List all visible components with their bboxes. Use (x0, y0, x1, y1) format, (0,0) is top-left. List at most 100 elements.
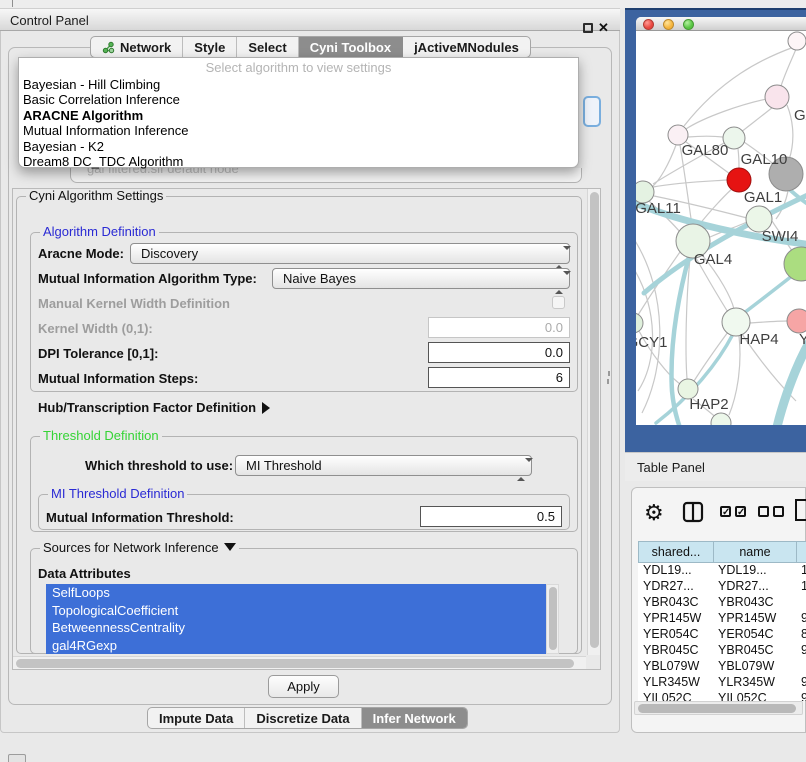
mi-steps-field[interactable] (428, 367, 570, 388)
bottom-corner-button[interactable] (8, 754, 26, 762)
table-body: YDL19... YDL19... 13 YDR27... YDR27... 1… (638, 563, 806, 701)
table-panel-title: Table Panel (637, 460, 705, 475)
deselect-all-checkbox-icon[interactable] (758, 506, 769, 517)
select-all-checkbox-icon[interactable]: ✓ (735, 506, 746, 517)
scrollbar-thumb[interactable] (16, 659, 574, 668)
tab-select[interactable]: Select (237, 37, 298, 57)
which-threshold-combo[interactable]: MI Threshold (235, 455, 532, 476)
algorithm-option-selected[interactable]: ARACNE Algorithm (19, 108, 578, 123)
tab-network[interactable]: Network (91, 37, 183, 57)
table-row[interactable]: YBR045C YBR045C 9. (638, 643, 806, 659)
dropdown-prompt: Select algorithm to view settings (19, 59, 578, 77)
tab-select-label: Select (248, 40, 286, 55)
table-toolbar: ⚙ ✓ ✓ (632, 496, 806, 534)
select-all-checkbox-icon[interactable]: ✓ (720, 506, 731, 517)
node-unlabeled[interactable] (788, 32, 806, 50)
splitpane-handle[interactable] (608, 371, 610, 376)
table-row[interactable]: YIL052C YIL052C 9. (638, 691, 806, 701)
cell-name: YBR045C (713, 643, 796, 659)
split-columns-icon[interactable] (682, 501, 704, 523)
attribute-item[interactable]: TopologicalCoefficient (46, 602, 546, 620)
node-gcy1[interactable] (636, 313, 643, 333)
sources-group-title: Sources for Network Inference (43, 540, 219, 555)
attribute-item[interactable]: gal4RGexp (46, 637, 546, 655)
node-label: GAL (794, 107, 806, 124)
close-icon[interactable]: ✕ (598, 20, 609, 36)
node-green-bright[interactable] (784, 247, 806, 281)
column-header[interactable]: shared... (638, 541, 713, 563)
mi-threshold-field[interactable] (420, 506, 562, 527)
table-row[interactable]: YDR27... YDR27... 12 (638, 579, 806, 595)
network-thick-edges (636, 186, 806, 425)
aracne-mode-combo[interactable]: Discovery (130, 243, 570, 264)
network-canvas[interactable]: GAL GAL80 GAL10 GAL1 GAL11 SWI4 GAL4 GCY… (636, 31, 806, 425)
toolbar-remnant (12, 0, 13, 7)
cell-value: 9. (796, 643, 806, 659)
scrollbar-thumb[interactable] (549, 587, 557, 650)
table-row[interactable]: YBR043C YBR043C (638, 595, 806, 611)
zoom-traffic-light[interactable] (683, 19, 694, 30)
table-row[interactable]: YPR145W YPR145W 9. (638, 611, 806, 627)
algorithm-option[interactable]: Mutual Information Inference (19, 123, 578, 138)
cell-name: YLR345W (713, 675, 796, 691)
network-window-titlebar[interactable] (636, 17, 806, 31)
column-header[interactable]: A (796, 541, 806, 563)
table-selector-combo-fragment[interactable]: gal filtered.sif default node (70, 168, 582, 183)
algorithm-option[interactable]: Dream8 DC_TDC Algorithm (19, 154, 578, 169)
expander-right-icon (262, 402, 270, 414)
attribute-item[interactable]: SelfLoops (46, 584, 546, 602)
gear-icon[interactable]: ⚙ (644, 498, 664, 528)
cell-value (796, 595, 806, 611)
deselect-all-checkbox-icon[interactable] (773, 506, 784, 517)
attributes-scrollbar (546, 584, 559, 654)
export-table-icon[interactable] (794, 498, 806, 522)
table-row[interactable]: YBL079W YBL079W (638, 659, 806, 675)
table-row[interactable]: YER054C YER054C 8. (638, 627, 806, 643)
cell-name: YBL079W (713, 659, 796, 675)
node-salmon[interactable] (787, 309, 806, 333)
node-unlabeled[interactable] (711, 413, 731, 425)
tab-style[interactable]: Style (183, 37, 237, 57)
column-header[interactable]: name (713, 541, 796, 563)
algorithm-option[interactable]: Basic Correlation Inference (19, 92, 578, 107)
mi-algorithm-type-label: Mutual Information Algorithm Type: (38, 271, 257, 286)
control-panel-tabs: Network Style Select Cyni Toolbox jActiv… (90, 36, 531, 58)
tab-cyni-toolbox-label: Cyni Toolbox (310, 40, 391, 55)
cell-value: 9. (796, 691, 806, 701)
close-traffic-light[interactable] (643, 19, 654, 30)
hub-definition-expander[interactable]: Hub/Transcription Factor Definition (38, 400, 270, 415)
cell-name: YIL052C (713, 691, 796, 701)
minimize-traffic-light[interactable] (663, 19, 674, 30)
cell-shared-name: YLR345W (638, 675, 713, 691)
sources-group-header[interactable]: Sources for Network Inference (40, 541, 239, 555)
mi-algorithm-type-combo[interactable]: Naive Bayes (272, 268, 570, 289)
kernel-width-field[interactable] (428, 317, 570, 338)
table-row[interactable]: YDL19... YDL19... 13 (638, 563, 806, 579)
data-attributes-label: Data Attributes (38, 566, 131, 581)
table-row[interactable]: YLR345W YLR345W 9. (638, 675, 806, 691)
manual-kernel-width-checkbox[interactable] (552, 296, 565, 309)
algorithm-option[interactable]: Bayesian - K2 (19, 139, 578, 154)
splitpane-handle[interactable] (607, 379, 609, 384)
algorithm-option[interactable]: Bayesian - Hill Climbing (19, 77, 578, 92)
dpi-tolerance-field[interactable] (428, 342, 570, 363)
tab-impute-data[interactable]: Impute Data (148, 708, 245, 728)
scrollbar-thumb[interactable] (638, 704, 796, 713)
node-gal-partial[interactable] (765, 85, 789, 109)
expander-down-icon (224, 543, 236, 551)
float-window-icon[interactable] (583, 23, 593, 33)
cell-name: YDR27... (713, 579, 796, 595)
cell-shared-name: YER054C (638, 627, 713, 643)
apply-button[interactable]: Apply (268, 675, 339, 698)
scrollbar-thumb[interactable] (590, 192, 599, 648)
tab-discretize-data[interactable]: Discretize Data (245, 708, 361, 728)
algorithm-combo-fragment[interactable] (583, 96, 601, 127)
attribute-item[interactable]: BetweennessCentrality (46, 619, 546, 637)
cell-value (796, 659, 806, 675)
cell-shared-name: YPR145W (638, 611, 713, 627)
tab-infer-network[interactable]: Infer Network (362, 708, 467, 728)
dpi-tolerance-label: DPI Tolerance [0,1]: (38, 346, 158, 361)
tab-jactivemnodules[interactable]: jActiveMNodules (403, 37, 530, 57)
cell-value: 8. (796, 627, 806, 643)
tab-cyni-toolbox[interactable]: Cyni Toolbox (299, 37, 403, 57)
